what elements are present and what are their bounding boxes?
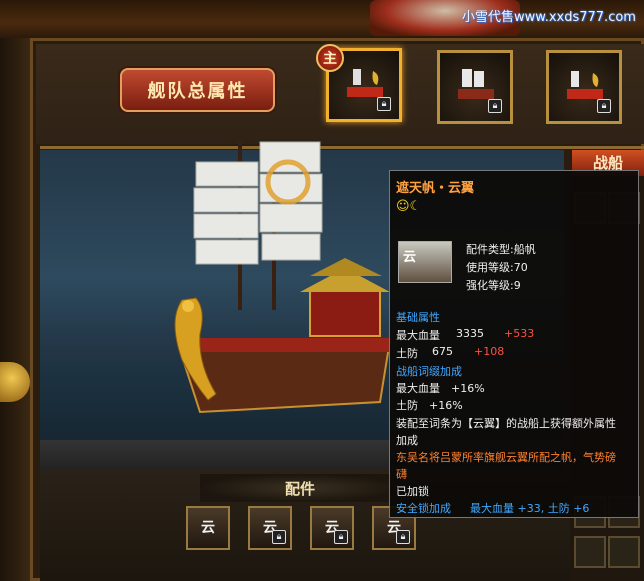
part-icon: 云	[201, 520, 215, 536]
use-level: 使用等级:70	[466, 261, 528, 274]
max-hp-label: 最大血量	[396, 329, 440, 342]
lock-icon: 🔒︎	[597, 99, 611, 113]
part-slot-3[interactable]: 云 🔒︎	[310, 506, 354, 550]
fleet-attributes-button[interactable]: 舰队总属性	[120, 68, 275, 112]
enhance-level: 强化等级:9	[466, 279, 521, 292]
part-type: 配件类型:船帆	[466, 243, 536, 256]
right-slot[interactable]	[608, 536, 640, 568]
left-strip	[0, 38, 30, 581]
defense-value: 675	[432, 345, 453, 358]
base-attr-header: 基础属性	[396, 311, 440, 324]
watermark: 小雪代售www.xxds777.com	[462, 10, 636, 25]
desc-line-1: 装配至词条为【云翼】的战船上获得额外属性	[396, 417, 616, 430]
defense-label: 土防	[396, 347, 418, 360]
sail-part-icon-label: 云	[403, 250, 417, 265]
lock-icon: 🔒︎	[377, 97, 391, 111]
lock-icon: 🔒︎	[396, 530, 410, 544]
defense-bonus: +108	[474, 345, 505, 358]
parts-title: 配件	[284, 480, 315, 498]
desc-line-2: 加成	[396, 434, 418, 447]
ship-slot-2[interactable]: 🔒︎	[437, 50, 513, 124]
affix-header: 战船词缀加成	[396, 365, 462, 378]
affix-hp: 最大血量 +16%	[396, 382, 485, 395]
sail-part-icon: 云	[398, 241, 452, 283]
main-ship-badge: 主	[316, 44, 344, 72]
item-tooltip: 遮天帆・云翼 ☺☾ 云 配件类型:船帆 使用等级:70 强化等级:9 基础属性 …	[389, 170, 639, 518]
flagship-illustration	[174, 140, 392, 414]
lock-icon: 🔒︎	[334, 530, 348, 544]
lore-line-2: 礴	[396, 468, 407, 481]
affix-def: 土防 +16%	[396, 399, 463, 412]
tooltip-title: 遮天帆・云翼	[396, 181, 475, 196]
ship-slot-3[interactable]: 🔒︎	[546, 50, 622, 124]
max-hp-bonus: +533	[504, 327, 535, 340]
locked-text: 已加锁	[396, 485, 429, 498]
safe-lock-value: 最大血量 +33, 土防 +6	[470, 502, 590, 515]
lock-icon: 🔒︎	[488, 99, 502, 113]
status-icons: ☺☾	[396, 199, 422, 214]
lore-line-1: 东吴名将吕蒙所率旗舰云翼所配之帆，气势磅	[396, 451, 616, 464]
part-slot-1[interactable]: 云	[186, 506, 230, 550]
lock-icon: 🔒︎	[272, 530, 286, 544]
right-slot[interactable]	[574, 536, 606, 568]
safe-lock-label: 安全锁加成	[396, 502, 451, 515]
max-hp-value: 3335	[456, 327, 484, 340]
part-slot-2[interactable]: 云 🔒︎	[248, 506, 292, 550]
